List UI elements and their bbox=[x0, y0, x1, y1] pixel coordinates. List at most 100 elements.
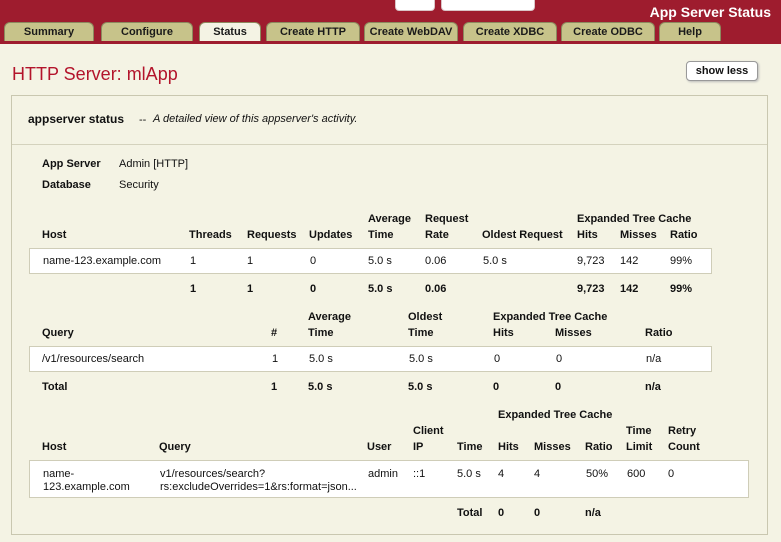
app-server-label: App Server bbox=[42, 158, 101, 170]
query-misses-header: Misses bbox=[555, 327, 592, 339]
hosts-total-hits: 9,723 bbox=[577, 283, 605, 295]
request-time-header: Time bbox=[457, 441, 483, 453]
request-query-header: Query bbox=[159, 441, 191, 453]
avg-time-cell: 5.0 s bbox=[309, 353, 333, 365]
panel-header: appserver status -- A detailed view of t… bbox=[12, 96, 767, 145]
request-limit-header-bottom: Limit bbox=[626, 441, 653, 453]
query-oldest-header-top: Oldest bbox=[408, 311, 443, 323]
tab-configure[interactable]: Configure bbox=[101, 22, 193, 42]
query-total-avg: 5.0 s bbox=[308, 381, 333, 393]
request-hits-cell: 4 bbox=[498, 468, 505, 480]
table-row: /v1/resources/search 1 5.0 s 5.0 s 0 0 n… bbox=[29, 346, 712, 372]
top-control-left[interactable] bbox=[395, 0, 435, 11]
query-avg-header-bottom: Time bbox=[308, 327, 334, 339]
hosts-total-requests: 1 bbox=[247, 283, 254, 295]
request-total-hits: 0 bbox=[498, 507, 505, 519]
hosts-hits-header: Hits bbox=[577, 229, 598, 241]
avg-time-cell: 5.0 s bbox=[368, 255, 392, 267]
request-client-cell: ::1 bbox=[413, 468, 426, 480]
hosts-misses-header: Misses bbox=[620, 229, 657, 241]
database-label: Database bbox=[42, 179, 91, 191]
panel-title: appserver status bbox=[28, 112, 125, 126]
request-query-line1[interactable]: v1/resources/search? bbox=[160, 468, 265, 480]
request-query-line2[interactable]: rs:excludeOverrides=1&rs:format=json... bbox=[160, 481, 357, 493]
hosts-total-rate: 0.06 bbox=[425, 283, 447, 295]
request-user-cell: admin bbox=[368, 468, 398, 480]
query-tree-cache-header: Expanded Tree Cache bbox=[493, 311, 608, 323]
table-row: name- 123.example.com v1/resources/searc… bbox=[29, 460, 749, 498]
tab-help[interactable]: Help bbox=[659, 22, 721, 42]
query-hits-header: Hits bbox=[493, 327, 514, 339]
database-value: Security bbox=[119, 179, 159, 191]
oldest-time-cell: 5.0 s bbox=[409, 353, 433, 365]
tab-create-xdbc[interactable]: Create XDBC bbox=[463, 22, 557, 42]
hits-cell: 9,723 bbox=[577, 255, 605, 267]
ratio-cell: n/a bbox=[646, 353, 662, 365]
request-limit-cell: 600 bbox=[627, 468, 646, 480]
tab-status[interactable]: Status bbox=[199, 22, 261, 43]
tab-create-http[interactable]: Create HTTP bbox=[266, 22, 360, 42]
query-count-header: # bbox=[271, 327, 278, 339]
hosts-oldest-header: Oldest Request bbox=[482, 229, 563, 241]
appserver-status-panel: appserver status -- A detailed view of t… bbox=[11, 95, 768, 535]
request-user-header: User bbox=[367, 441, 392, 453]
threads-cell: 1 bbox=[190, 255, 197, 267]
hosts-total-avg: 5.0 s bbox=[368, 283, 393, 295]
requests-cell: 1 bbox=[247, 255, 254, 267]
hosts-tree-cache-header: Expanded Tree Cache bbox=[577, 213, 692, 225]
request-hits-header: Hits bbox=[498, 441, 519, 453]
tab-summary[interactable]: Summary bbox=[4, 22, 94, 42]
request-misses-header: Misses bbox=[534, 441, 571, 453]
request-tree-cache-header: Expanded Tree Cache bbox=[498, 409, 613, 421]
query-ratio-header: Ratio bbox=[645, 327, 673, 339]
request-total-misses: 0 bbox=[534, 507, 541, 519]
hosts-rate-header-top: Request bbox=[425, 213, 469, 225]
hosts-total-misses: 142 bbox=[620, 283, 639, 295]
hosts-requests-header: Requests bbox=[247, 229, 297, 241]
query-oldest-header-bottom: Time bbox=[408, 327, 434, 339]
request-misses-cell: 4 bbox=[534, 468, 541, 480]
panel-separator: -- bbox=[139, 114, 147, 126]
tab-create-webdav[interactable]: Create WebDAV bbox=[364, 22, 458, 42]
hosts-threads-header: Threads bbox=[189, 229, 232, 241]
request-retry-cell: 0 bbox=[668, 468, 675, 480]
updates-cell: 0 bbox=[310, 255, 317, 267]
hosts-avg-header-top: Average bbox=[368, 213, 412, 225]
request-retry-header-bottom: Count bbox=[668, 441, 700, 453]
request-ratio-cell: 50% bbox=[586, 468, 609, 480]
hosts-updates-header: Updates bbox=[309, 229, 353, 241]
query-total-label: Total bbox=[42, 381, 68, 393]
request-host-line2: 123.example.com bbox=[43, 481, 130, 493]
tab-create-odbc[interactable]: Create ODBC bbox=[561, 22, 655, 42]
query-total-hits: 0 bbox=[493, 381, 500, 393]
hosts-host-header: Host bbox=[42, 229, 67, 241]
hosts-total-threads: 1 bbox=[190, 283, 197, 295]
request-limit-header-top: Time bbox=[626, 425, 652, 437]
misses-cell: 0 bbox=[556, 353, 563, 365]
show-less-button[interactable]: show less bbox=[686, 61, 758, 81]
panel-description: A detailed view of this appserver's acti… bbox=[153, 113, 358, 125]
ratio-cell: 99% bbox=[670, 255, 693, 267]
hosts-ratio-header: Ratio bbox=[670, 229, 698, 241]
page-title: HTTP Server: mlApp bbox=[12, 64, 178, 84]
misses-cell: 142 bbox=[620, 255, 639, 267]
hosts-rate-header-bottom: Rate bbox=[425, 229, 449, 241]
request-client-header-bottom: IP bbox=[413, 441, 424, 453]
table-row: name-123.example.com 1 1 0 5.0 s 0.06 5.… bbox=[29, 248, 712, 274]
hits-cell: 0 bbox=[494, 353, 501, 365]
query-avg-header-top: Average bbox=[308, 311, 352, 323]
oldest-request-cell: 5.0 s bbox=[483, 255, 507, 267]
query-query-header: Query bbox=[42, 327, 74, 339]
query-total-misses: 0 bbox=[555, 381, 562, 393]
request-ratio-header: Ratio bbox=[585, 441, 613, 453]
hosts-total-ratio: 99% bbox=[670, 283, 693, 295]
query-cell[interactable]: /v1/resources/search bbox=[42, 353, 144, 365]
request-total-label: Total bbox=[457, 507, 483, 519]
query-total-ratio: n/a bbox=[645, 381, 661, 393]
hosts-avg-header-bottom: Time bbox=[368, 229, 394, 241]
app-server-value: Admin [HTTP] bbox=[119, 158, 189, 170]
top-control-right[interactable] bbox=[441, 0, 535, 11]
request-retry-header-top: Retry bbox=[668, 425, 697, 437]
query-total-oldest: 5.0 s bbox=[408, 381, 433, 393]
request-host-line1: name- bbox=[43, 468, 75, 480]
